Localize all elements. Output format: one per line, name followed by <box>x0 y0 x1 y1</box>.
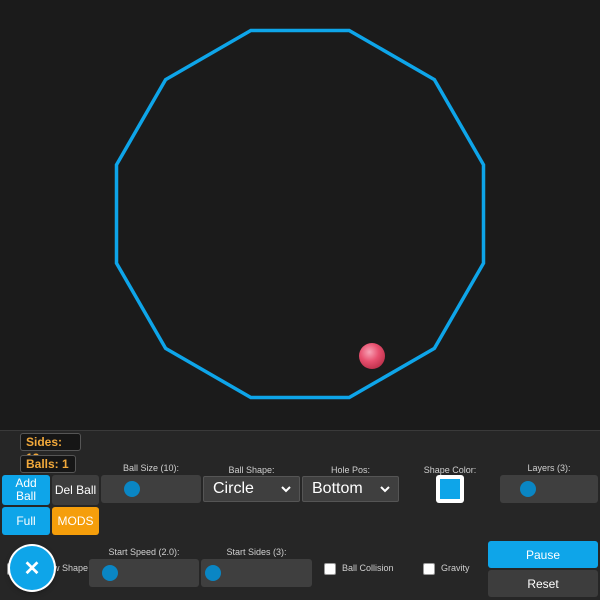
pause-button[interactable]: Pause <box>488 541 598 568</box>
sides-counter: Sides: 12 <box>20 433 81 465</box>
hole-pos-label: Hole Pos: <box>330 465 371 475</box>
ball-shape-select[interactable]: Circle <box>203 476 300 502</box>
mods-button[interactable]: MODS <box>52 507 99 535</box>
chevron-down-icon <box>380 486 390 493</box>
ball-size-label: Ball Size (10): <box>122 463 180 473</box>
start-speed-slider[interactable] <box>89 559 199 587</box>
game-arena <box>114 28 486 400</box>
gravity-checkbox[interactable] <box>423 563 435 575</box>
ball-size-slider-thumb[interactable] <box>124 481 140 497</box>
start-speed-slider-thumb[interactable] <box>102 565 118 581</box>
shape-color-swatch <box>440 479 460 499</box>
ball-size-slider[interactable] <box>101 475 201 503</box>
add-ball-button[interactable]: Add Ball <box>2 475 50 505</box>
start-sides-label: Start Sides (3): <box>226 547 287 557</box>
del-ball-button[interactable]: Del Ball <box>52 475 99 505</box>
layers-slider[interactable] <box>500 475 598 503</box>
layers-label: Layers (3): <box>527 463 571 473</box>
close-fab-button[interactable]: ✕ <box>10 546 54 590</box>
full-button[interactable]: Full <box>2 507 50 535</box>
start-sides-slider[interactable] <box>201 559 312 587</box>
reset-button[interactable]: Reset <box>488 570 598 597</box>
layers-slider-thumb[interactable] <box>520 481 536 497</box>
gravity-label: Gravity <box>441 563 470 573</box>
show-shape-label: w Shape <box>53 563 89 573</box>
start-sides-slider-thumb[interactable] <box>205 565 221 581</box>
ball-collision-label: Ball Collision <box>342 563 394 573</box>
ball-collision-checkbox[interactable] <box>324 563 336 575</box>
hole-pos-value: Bottom <box>312 480 363 497</box>
chevron-down-icon <box>281 486 291 493</box>
ball <box>359 343 385 369</box>
shape-color-picker[interactable] <box>436 475 464 503</box>
hole-pos-select[interactable]: Bottom <box>302 476 399 502</box>
close-icon: ✕ <box>23 557 41 580</box>
dodecagon-shape <box>114 28 486 400</box>
balls-counter: Balls: 1 <box>20 455 76 473</box>
start-speed-label: Start Speed (2.0): <box>108 547 180 557</box>
ball-shape-value: Circle <box>213 480 254 497</box>
shape-color-label: Shape Color: <box>423 465 477 475</box>
game-canvas[interactable] <box>0 0 600 430</box>
ball-shape-label: Ball Shape: <box>228 465 275 475</box>
